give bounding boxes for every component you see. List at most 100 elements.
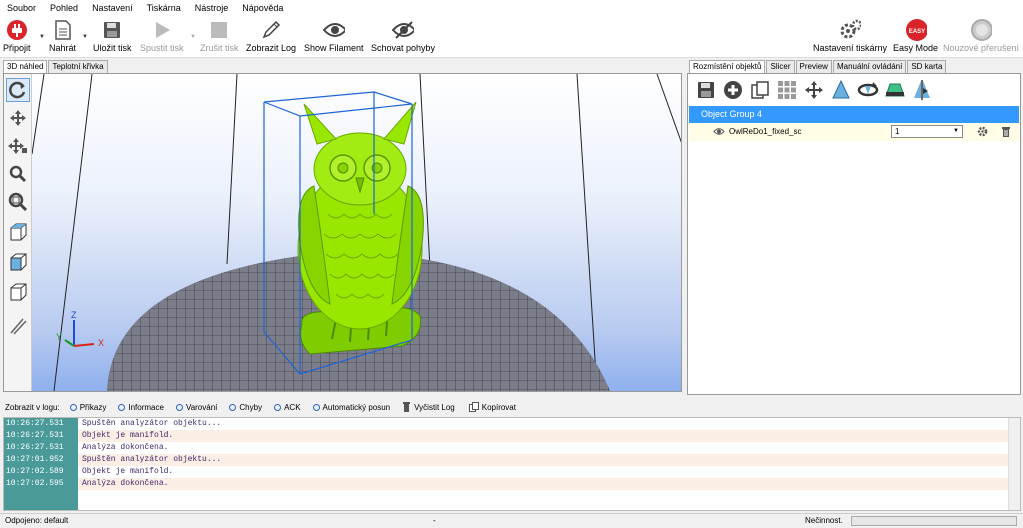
log-row: 10:26:27.531 Spuštěn analyzátor objektu..…	[4, 418, 1020, 430]
fit-view-button[interactable]	[6, 190, 30, 214]
connect-button[interactable]: Připojit	[3, 19, 31, 57]
grid-icon	[778, 81, 796, 99]
parallel-view-button[interactable]	[6, 314, 30, 338]
menu-view[interactable]: Pohled	[43, 3, 85, 13]
top-view-button[interactable]	[6, 280, 30, 304]
copies-select[interactable]: 1 ▼	[891, 125, 963, 138]
menu-help[interactable]: Nápověda	[235, 3, 290, 13]
status-middle: -	[433, 516, 436, 525]
tab-object-placement[interactable]: Rozmístění objektů	[689, 60, 766, 73]
parallel-lines-icon	[10, 318, 27, 335]
zoom-fit-icon	[8, 192, 28, 212]
object-group-row[interactable]: Object Group 4	[689, 106, 1019, 123]
emergency-stop-button[interactable]: Nouzové přerušení	[943, 19, 1019, 57]
rotate-object-icon	[857, 82, 879, 97]
load-dropdown-icon[interactable]: ▼	[82, 34, 88, 40]
log-filter-bar: Zobrazit v logu: Příkazy Informace Varov…	[0, 398, 1023, 416]
show-log-button[interactable]: Zobrazit Log	[246, 19, 296, 57]
menu-printer[interactable]: Tiskárna	[140, 3, 188, 13]
rotate-object-button[interactable]	[856, 78, 880, 102]
copy-object-button[interactable]	[748, 78, 772, 102]
easy-mode-button[interactable]: EASY Easy Mode	[893, 19, 938, 57]
log-scrollbar[interactable]	[1008, 418, 1020, 510]
connection-status: Odpojeno: default	[5, 516, 69, 525]
tab-sd-card[interactable]: SD karta	[907, 60, 947, 73]
cut-object-button[interactable]	[883, 78, 907, 102]
rotate-view-button[interactable]	[6, 78, 30, 102]
view-tabs: 3D náhled Teplotní křivka	[3, 60, 109, 73]
clear-log-button[interactable]: Vyčistit Log	[402, 402, 455, 412]
log-row: 10:27:02.589 Objekt je manifold.	[4, 466, 1020, 478]
eye-slash-icon	[392, 19, 415, 41]
tab-manual-control[interactable]: Manuální ovládání	[832, 60, 907, 73]
copy-log-button[interactable]: Kopírovat	[468, 402, 516, 412]
front-view-button[interactable]	[6, 250, 30, 274]
log-filter-info[interactable]: Informace	[118, 403, 164, 412]
tab-preview[interactable]: Preview	[795, 60, 832, 73]
axis-z-label: Z	[71, 310, 77, 320]
tab-3d-view[interactable]: 3D náhled	[3, 60, 48, 73]
log-filter-ack[interactable]: ACK	[274, 403, 301, 412]
log-filter-errors[interactable]: Chyby	[229, 403, 262, 412]
log-area[interactable]: 10:26:27.531 Spuštěn analyzátor objektu..…	[3, 417, 1021, 511]
visibility-eye-icon[interactable]	[713, 127, 725, 138]
copy-icon	[468, 402, 479, 412]
scale-object-button[interactable]	[829, 78, 853, 102]
center-arrows-icon	[805, 81, 823, 99]
menu-file[interactable]: Soubor	[0, 3, 43, 13]
menu-settings[interactable]: Nastavení	[85, 3, 140, 13]
zoom-button[interactable]	[6, 162, 30, 186]
connect-dropdown-icon[interactable]: ▼	[39, 34, 45, 40]
save-object-button[interactable]	[694, 78, 718, 102]
object-settings-gear-icon[interactable]	[977, 126, 988, 139]
svg-text:EASY: EASY	[908, 29, 924, 35]
tab-temperature-curve[interactable]: Teplotní křivka	[48, 60, 108, 73]
right-panel-tabs: Rozmístění objektů Slicer Preview Manuál…	[689, 60, 947, 73]
add-object-button[interactable]	[721, 78, 745, 102]
trash-icon	[403, 402, 411, 412]
hide-moves-button[interactable]: Schovat pohyby	[371, 19, 435, 57]
plus-circle-icon	[724, 81, 742, 99]
cancel-print-button[interactable]: Zrušit tisk	[200, 19, 239, 57]
object-row[interactable]: OwlReDo1_fixed_sc 1 ▼	[689, 123, 1019, 141]
start-print-button[interactable]: Spustit tisk	[140, 19, 184, 57]
menu-tools[interactable]: Nástroje	[188, 3, 236, 13]
menu-bar: Soubor Pohled Nastavení Tiskárna Nástroj…	[0, 0, 1023, 16]
load-button[interactable]: Nahrát	[49, 19, 76, 57]
status-bar: Odpojeno: default - Nečinnost.	[0, 513, 1023, 528]
tab-slicer[interactable]: Slicer	[766, 60, 795, 73]
log-filter-warnings[interactable]: Varování	[175, 403, 217, 412]
cut-shape-icon	[885, 83, 905, 97]
gears-icon	[839, 19, 862, 41]
delete-object-trash-icon[interactable]	[1001, 126, 1011, 139]
log-time-column-fill	[4, 490, 78, 510]
start-print-dropdown-icon[interactable]: ▼	[190, 34, 196, 40]
zoom-icon	[9, 165, 27, 183]
axis-y-label: Y	[56, 332, 62, 342]
log-row: 10:27:02.595 Analýza dokončena.	[4, 478, 1020, 490]
log-row: 10:26:27.531 Objekt je manifold.	[4, 430, 1020, 442]
show-filament-button[interactable]: Show Filament	[304, 19, 364, 57]
move-object-button[interactable]	[6, 134, 30, 158]
log-filter-commands[interactable]: Příkazy	[69, 403, 106, 412]
3d-scene: Z X Y	[32, 74, 681, 391]
owl-model[interactable]	[297, 101, 424, 355]
3d-viewport[interactable]: Z X Y	[3, 73, 682, 392]
move-view-button[interactable]	[6, 106, 30, 130]
mirror-icon	[914, 80, 930, 100]
emergency-stop-icon	[970, 19, 993, 41]
center-object-button[interactable]	[802, 78, 826, 102]
isometric-view-button[interactable]	[6, 220, 30, 244]
printer-settings-button[interactable]: Nastavení tiskárny	[813, 19, 887, 57]
copy-icon	[751, 81, 769, 99]
pyramid-icon	[832, 80, 850, 99]
object-name: OwlReDo1_fixed_sc	[729, 127, 802, 136]
save-print-button[interactable]: Uložit tisk	[93, 19, 132, 57]
progress-bar	[851, 516, 1017, 526]
idle-status: Nečinnost.	[805, 516, 843, 525]
mirror-object-button[interactable]	[910, 78, 934, 102]
cube-top-icon	[10, 283, 27, 301]
log-filter-autoscroll[interactable]: Automatický posun	[312, 403, 390, 412]
power-plug-icon	[6, 19, 28, 41]
autoplace-button[interactable]	[775, 78, 799, 102]
